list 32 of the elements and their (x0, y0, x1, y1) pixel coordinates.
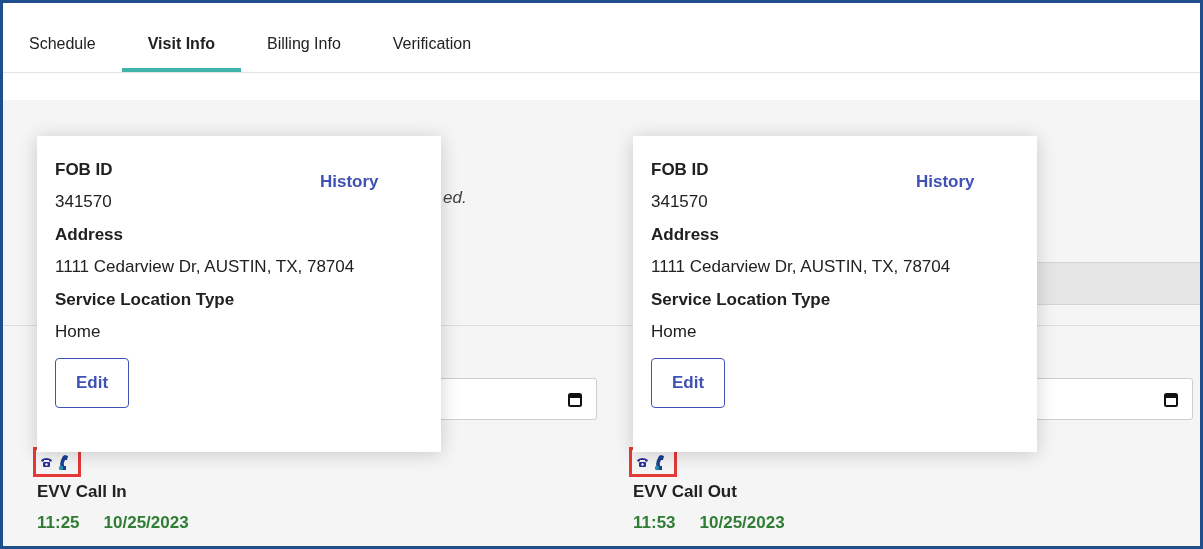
calendar-icon (1164, 391, 1178, 407)
field-label: FOB ID (651, 159, 709, 181)
field-label: Address (55, 224, 124, 246)
telephone-icon (636, 457, 649, 467)
history-link[interactable]: History (916, 169, 975, 195)
edit-button[interactable]: Edit (651, 358, 725, 408)
field-label: Address (651, 224, 720, 246)
tab[interactable]: Schedule (3, 20, 122, 72)
field-value: 341570 (55, 191, 112, 213)
calendar-icon (568, 391, 582, 407)
call-date: 10/25/2023 (699, 512, 785, 534)
call-label: EVV Call Out (633, 481, 738, 503)
handset-icon (57, 453, 69, 471)
field-value: 1111 Cedarview Dr, AUSTIN, TX, 78704 (55, 256, 355, 278)
tab[interactable]: Billing Info (241, 20, 367, 72)
field-label: FOB ID (55, 159, 113, 181)
note-text: ed. (443, 188, 467, 207)
call-label: EVV Call In (37, 481, 128, 503)
field-label: Service Location Type (651, 289, 831, 311)
field-label: Service Location Type (55, 289, 235, 311)
field-value: 1111 Cedarview Dr, AUSTIN, TX, 78704 (651, 256, 951, 278)
tab[interactable]: Verification (366, 20, 498, 72)
edit-button[interactable]: Edit (55, 358, 129, 408)
call-date: 10/25/2023 (103, 512, 189, 534)
call-time: 11:25 (37, 512, 80, 534)
telephone-icon (40, 457, 53, 467)
field-value: 341570 (651, 191, 708, 213)
history-link[interactable]: History (320, 169, 379, 195)
field-value: Home (55, 321, 101, 343)
field-value: Home (651, 321, 697, 343)
handset-icon (653, 453, 665, 471)
call-time: 11:53 (633, 512, 676, 534)
